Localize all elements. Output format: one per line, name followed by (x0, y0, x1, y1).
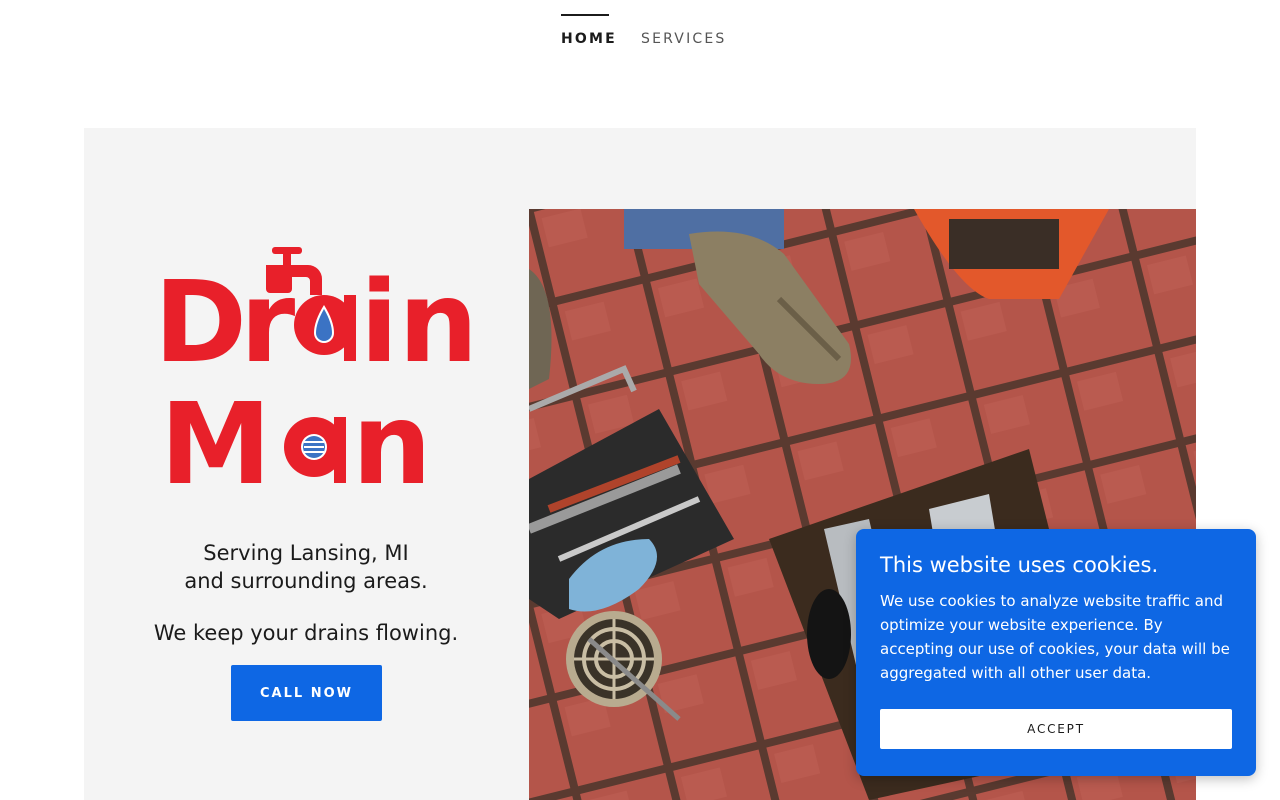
logo-text-man: M (160, 380, 271, 493)
logo-text-r: r (240, 258, 295, 388)
nav-home-link[interactable]: HOME (561, 31, 617, 47)
cookie-banner-text: We use cookies to analyze website traffi… (880, 592, 1230, 682)
drain-grate-icon (301, 434, 327, 460)
hero-motto: We keep your drains flowing. (153, 621, 459, 645)
cookie-banner-title: This website uses cookies. (880, 553, 1159, 577)
logo-text-drain: D (154, 258, 247, 388)
service-area-tagline: Serving Lansing, MI and surrounding area… (184, 541, 428, 593)
logo-text-in: in (360, 258, 474, 388)
drain-man-logo: D r in M n (154, 247, 474, 493)
main-nav: HOME SERVICES (0, 0, 1280, 80)
active-nav-indicator (561, 14, 609, 16)
svg-text:n: n (352, 380, 432, 493)
cookie-consent-banner: This website uses cookies. We use cookie… (856, 529, 1256, 776)
accept-cookies-button[interactable]: ACCEPT (880, 709, 1232, 749)
call-now-button[interactable]: CALL NOW (231, 665, 382, 721)
nav-services-link[interactable]: SERVICES (641, 31, 727, 47)
